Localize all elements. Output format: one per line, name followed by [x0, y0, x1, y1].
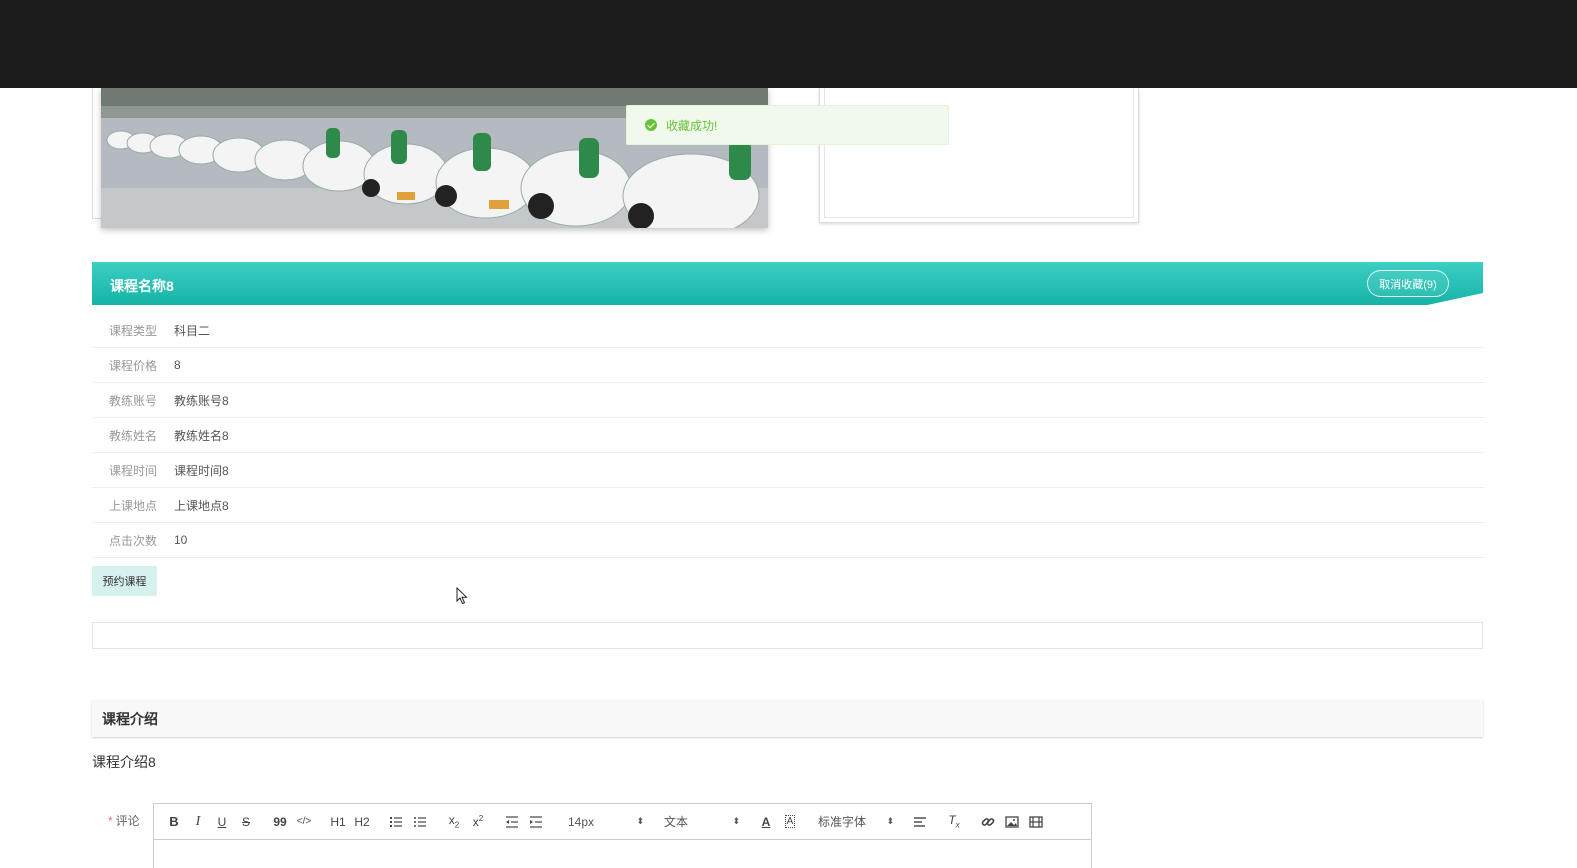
detail-value: 8 — [174, 358, 181, 372]
unfavorite-button[interactable]: 取消收藏(9) — [1367, 270, 1449, 297]
code-block-button[interactable]: </> — [292, 810, 316, 834]
clear-format-icon: Tx — [948, 813, 960, 830]
font-size-select[interactable]: 14px ⬍ — [564, 810, 648, 834]
mouse-cursor-icon — [456, 587, 468, 605]
font-color-icon: A — [761, 814, 771, 829]
italic-button[interactable]: I — [186, 810, 210, 834]
comment-label: * 评论 — [108, 812, 140, 829]
course-intro-text: 课程介绍8 — [92, 754, 156, 770]
heading2-icon: H2 — [354, 814, 370, 829]
comment-label-text: 评论 — [115, 814, 140, 828]
detail-value: 科目二 — [174, 323, 211, 338]
comment-editor: B I U S 99 </> H1 H2 x2 x2 14px ⬍ 文本 ⬍ A A — [153, 803, 1092, 868]
check-circle-icon — [645, 119, 657, 131]
detail-row-type: 课程类型 科目二 — [92, 313, 1485, 348]
book-course-button[interactable]: 预约课程 — [92, 566, 157, 596]
font-size-value: 14px — [568, 814, 595, 829]
heading1-icon: H1 — [330, 814, 346, 829]
detail-row-price: 课程价格 8 — [92, 348, 1485, 383]
background-color-button[interactable]: A — [778, 810, 802, 834]
header-value: 文本 — [664, 815, 689, 829]
image-button[interactable] — [1000, 810, 1024, 834]
detail-row-clicks: 点击次数 10 — [92, 523, 1485, 558]
underline-icon: U — [217, 814, 227, 829]
blockquote-button[interactable]: 99 — [268, 810, 292, 834]
detail-row-coach-account: 教练账号 教练账号8 — [92, 383, 1485, 418]
image-icon — [1005, 815, 1019, 828]
detail-label: 课程时间 — [109, 463, 158, 478]
video-button[interactable] — [1024, 810, 1048, 834]
bold-button[interactable]: B — [162, 810, 186, 834]
detail-label: 上课地点 — [109, 498, 158, 513]
superscript-icon: x2 — [472, 814, 484, 829]
ordered-list-icon — [390, 816, 402, 827]
clear-format-button[interactable]: Tx — [942, 810, 966, 834]
bold-icon: B — [169, 814, 179, 829]
superscript-button[interactable]: x2 — [466, 810, 490, 834]
align-left-icon — [914, 816, 926, 827]
align-button[interactable] — [908, 810, 932, 834]
course-intro-heading: 课程介绍 — [92, 700, 1483, 737]
course-title-band: 课程名称8 取消收藏(9) — [92, 262, 1483, 305]
strikethrough-icon: S — [241, 814, 250, 829]
detail-label: 课程价格 — [109, 358, 158, 373]
detail-label: 点击次数 — [109, 533, 158, 548]
italic-icon: I — [195, 813, 201, 829]
font-family-select[interactable]: 标准字体 ⬍ — [814, 810, 898, 834]
indent-button[interactable] — [524, 810, 548, 834]
top-navigation-bar — [0, 0, 1577, 88]
heading2-button[interactable]: H2 — [350, 810, 374, 834]
link-icon — [981, 817, 995, 826]
detail-value: 10 — [174, 533, 188, 547]
heading1-button[interactable]: H1 — [326, 810, 350, 834]
underline-button[interactable]: U — [210, 810, 234, 834]
link-button[interactable] — [976, 810, 1000, 834]
detail-label: 教练账号 — [109, 393, 158, 408]
course-title: 课程名称8 — [110, 278, 174, 294]
detail-row-time: 课程时间 课程时间8 — [92, 453, 1485, 488]
bullet-list-button[interactable] — [408, 810, 432, 834]
detail-value: 课程时间8 — [174, 463, 229, 478]
outdent-icon — [506, 815, 518, 828]
background-color-icon: A — [784, 815, 796, 828]
select-arrows-icon: ⬍ — [636, 816, 644, 826]
code-icon: </> — [296, 816, 312, 827]
detail-value: 上课地点8 — [174, 498, 229, 513]
header-select[interactable]: 文本 ⬍ — [660, 810, 744, 834]
toast-message: 收藏成功! — [666, 118, 718, 133]
quote-icon: 99 — [273, 814, 287, 829]
font-color-button[interactable]: A — [754, 810, 778, 834]
select-arrows-icon: ⬍ — [886, 816, 894, 826]
font-family-value: 标准字体 — [818, 815, 867, 829]
video-icon — [1029, 815, 1043, 828]
detail-label: 教练姓名 — [109, 428, 158, 443]
strike-button[interactable]: S — [234, 810, 258, 834]
detail-label: 课程类型 — [109, 323, 158, 338]
indent-icon — [530, 815, 542, 828]
outdent-button[interactable] — [500, 810, 524, 834]
course-details-list: 课程类型 科目二 课程价格 8 教练账号 教练账号8 教练姓名 教练姓名8 课程… — [92, 313, 1485, 558]
select-arrows-icon: ⬍ — [732, 816, 740, 826]
ordered-list-button[interactable] — [384, 810, 408, 834]
required-mark: * — [108, 814, 113, 828]
detail-row-location: 上课地点 上课地点8 — [92, 488, 1485, 523]
subscript-icon: x2 — [448, 813, 460, 830]
success-toast: 收藏成功! — [626, 105, 949, 145]
detail-value: 教练账号8 — [174, 393, 229, 408]
empty-content-box — [92, 622, 1483, 649]
editor-toolbar: B I U S 99 </> H1 H2 x2 x2 14px ⬍ 文本 ⬍ A A — [154, 804, 1091, 840]
subscript-button[interactable]: x2 — [442, 810, 466, 834]
bullet-list-icon — [414, 816, 426, 827]
detail-value: 教练姓名8 — [174, 428, 229, 443]
detail-row-coach-name: 教练姓名 教练姓名8 — [92, 418, 1485, 453]
